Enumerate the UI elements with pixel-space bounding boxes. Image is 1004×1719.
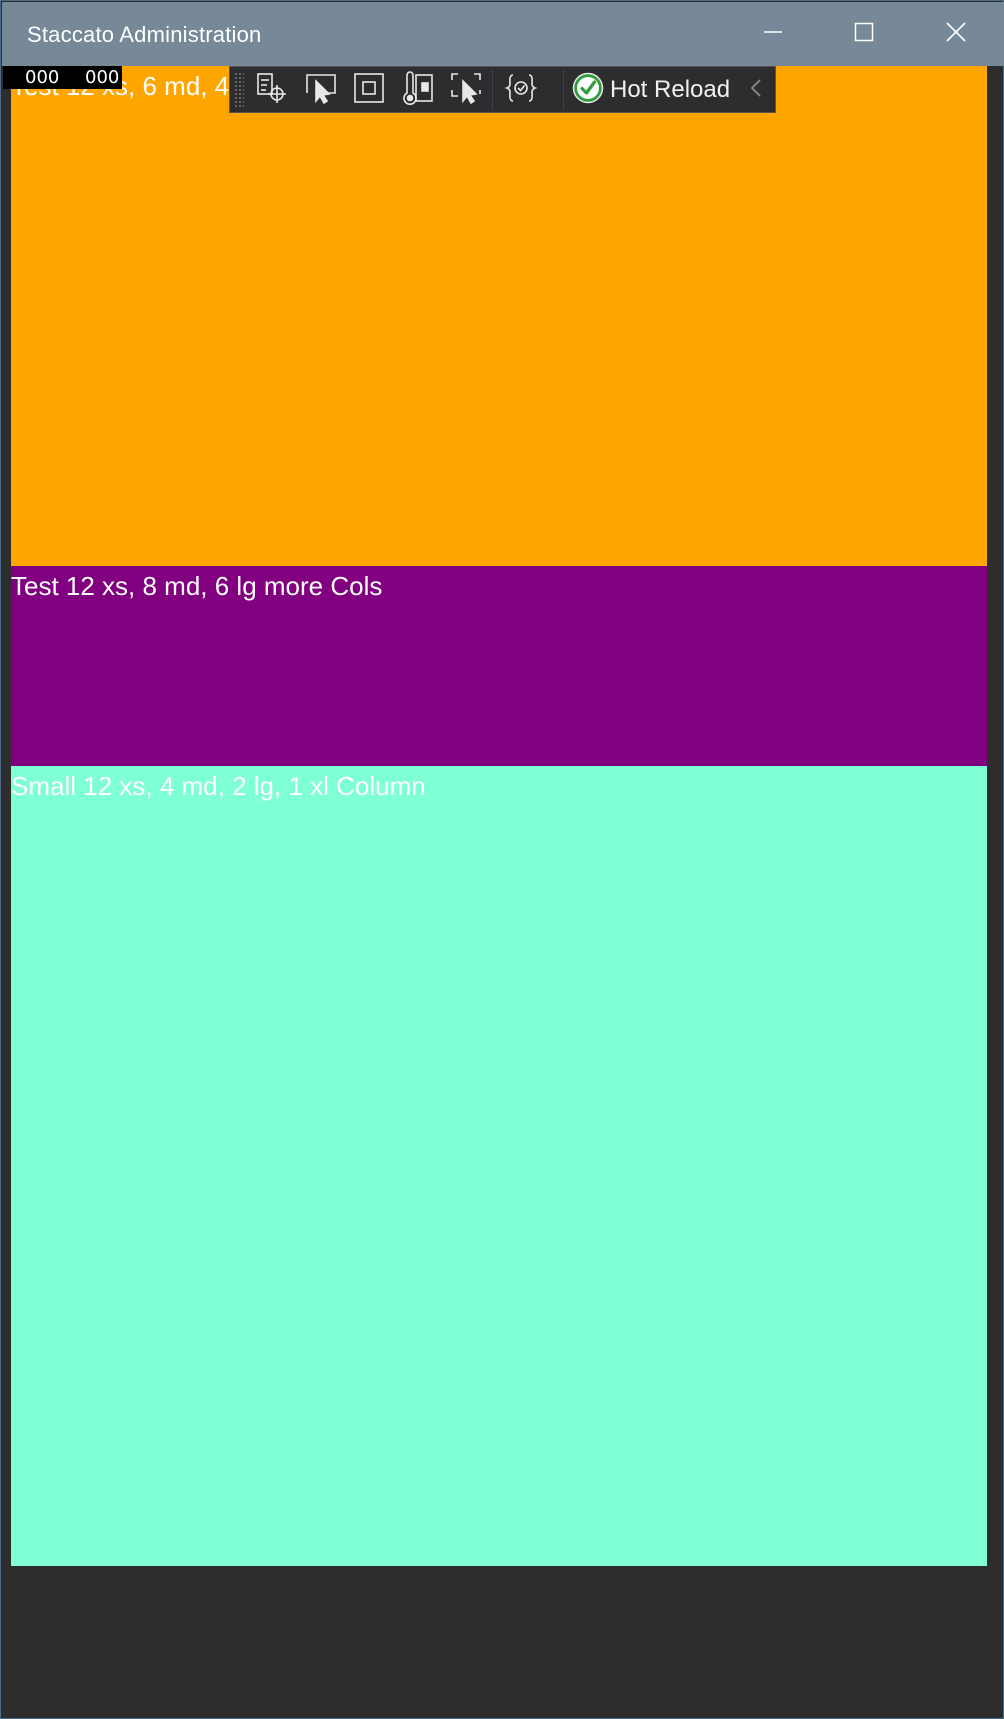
app-window: Staccato Administration Test 12 xs, 6 md… [0,0,1004,1719]
grid-content: Test 12 xs, 6 md, 4 lg, 2 xl Column Test… [11,66,987,1566]
frame-rate-value-right: 000 [85,67,120,88]
live-visual-tree-icon [255,71,289,110]
panel-label: Test 12 xs, 8 md, 6 lg more Cols [11,571,383,601]
binding-failures-button[interactable] [500,71,542,109]
panel-label: Small 12 xs, 4 md, 2 lg, 1 xl Column [11,771,426,801]
chevron-left-icon [749,78,763,103]
toolbar-separator [563,70,564,110]
track-focus-button[interactable] [397,70,439,110]
xaml-debug-toolbar: Hot Reload [229,66,776,113]
track-focus-icon [401,70,435,110]
window-title: Staccato Administration [27,22,262,47]
hot-reload-button[interactable]: Hot Reload [572,71,730,109]
column-panel-aqua: Small 12 xs, 4 md, 2 lg, 1 xl Column [11,766,987,1566]
binding-failures-icon [504,71,538,110]
select-element-button[interactable] [300,71,342,109]
toolbar-separator [492,70,493,110]
frame-rate-value-left: 000 [25,67,60,88]
maximize-icon [854,22,874,47]
collapse-toolbar-button[interactable] [746,77,766,103]
select-element-icon [304,71,338,110]
check-circle-icon [572,72,604,109]
column-panel-orange: Test 12 xs, 6 md, 4 lg, 2 xl Column [11,66,987,566]
maximize-button[interactable] [819,2,909,66]
toolbar-grip[interactable] [234,72,244,108]
minimize-button[interactable] [728,2,818,66]
frame-rate-counter: 000 000 [3,66,122,89]
close-button[interactable] [911,2,1001,66]
preview-selection-icon [449,71,483,110]
display-layout-adorners-button[interactable] [348,71,390,109]
close-icon [945,21,967,48]
minimize-icon [763,22,783,47]
preview-selection-button[interactable] [445,71,487,109]
hot-reload-label: Hot Reload [610,76,731,103]
column-panel-purple: Test 12 xs, 8 md, 6 lg more Cols [11,566,987,766]
display-layout-adorners-icon [352,71,386,110]
live-visual-tree-button[interactable] [251,71,293,109]
